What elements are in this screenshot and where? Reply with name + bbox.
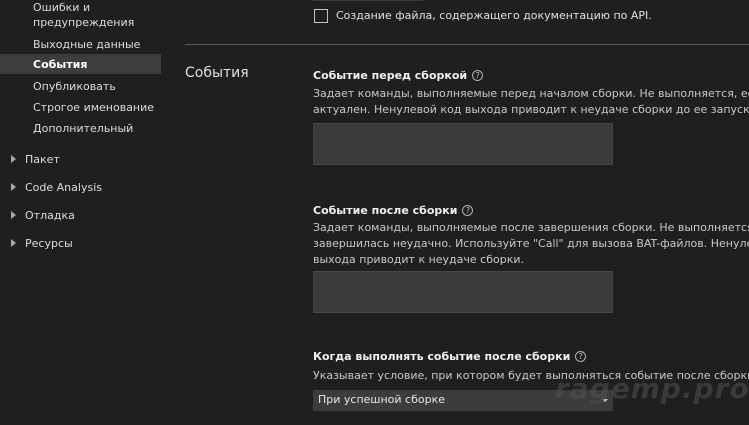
api-docs-checkbox[interactable] <box>314 9 328 23</box>
expand-triangle-icon[interactable] <box>11 239 16 247</box>
description-line: Задает команды, выполняемые перед начало… <box>313 87 749 100</box>
sidebar-item-label: Опубликовать <box>33 80 116 93</box>
sidebar-group-label: Пакет <box>25 153 60 166</box>
sidebar-group-label: Ресурсы <box>25 237 73 250</box>
sidebar-item-output[interactable]: Выходные данные <box>33 37 140 52</box>
run-post-build-title: Когда выполнять событие после сборки? <box>313 350 587 363</box>
sidebar-item-publish[interactable]: Опубликовать <box>33 79 116 94</box>
post-build-title-text: Событие после сборки <box>313 204 458 217</box>
expand-triangle-icon[interactable] <box>11 183 16 191</box>
sidebar-item-label: События <box>33 58 88 71</box>
sidebar-item-label-line2: предупреждения <box>33 16 135 29</box>
api-docs-checkbox-label: Создание файла, содержащего документацию… <box>336 9 652 22</box>
sidebar-item-label: Дополнительный <box>33 122 134 135</box>
pre-build-description: Задает команды, выполняемые перед начало… <box>313 86 749 118</box>
help-icon[interactable]: ? <box>472 70 484 81</box>
section-divider <box>185 44 749 45</box>
sidebar-item-events[interactable]: События <box>33 57 87 72</box>
clipped-setting-row <box>313 0 423 1</box>
post-build-command-input[interactable] <box>313 271 613 313</box>
main-content: Создание файла, содержащего документацию… <box>161 0 749 425</box>
sidebar-item-label: Выходные данные <box>33 38 141 51</box>
sidebar-item-strong-naming[interactable]: Строгое именование <box>33 100 154 115</box>
help-icon[interactable]: ? <box>575 351 587 362</box>
help-icon[interactable]: ? <box>462 205 474 216</box>
sidebar-item-advanced[interactable]: Дополнительный <box>33 121 133 136</box>
sidebar-group-label: Отладка <box>25 209 75 222</box>
sidebar-item-label: Строгое именование <box>33 101 155 114</box>
post-build-title: Событие после сборки? <box>313 204 474 217</box>
dropdown-selected-value: При успешной сборке <box>318 393 446 406</box>
description-line: актуален. Ненулевой код выхода приводит … <box>313 103 749 116</box>
sidebar-group-debug[interactable]: Отладка <box>11 208 75 224</box>
pre-build-title: Событие перед сборкой? <box>313 69 484 82</box>
sidebar-group-label: Code Analysis <box>25 181 102 194</box>
sidebar-group-code-analysis[interactable]: Code Analysis <box>11 180 102 196</box>
expand-triangle-icon[interactable] <box>11 155 16 163</box>
watermark-logo: ragemp.pro <box>555 372 749 405</box>
sidebar: Ошибки и предупреждения Выходные данные … <box>0 0 161 425</box>
sidebar-group-resources[interactable]: Ресурсы <box>11 236 73 252</box>
pre-build-title-text: Событие перед сборкой <box>313 69 468 82</box>
description-line: выхода приводит к неудаче сборки. <box>313 253 524 266</box>
sidebar-item-errors-warnings[interactable]: Ошибки и предупреждения <box>33 0 134 30</box>
run-post-build-title-text: Когда выполнять событие после сборки <box>313 350 571 363</box>
description-line: завершилась неудачно. Используйте "Call"… <box>313 237 749 250</box>
sidebar-item-label: Ошибки и <box>33 1 91 14</box>
expand-triangle-icon[interactable] <box>11 211 16 219</box>
pre-build-command-input[interactable] <box>313 123 613 165</box>
sidebar-group-package[interactable]: Пакет <box>11 152 60 168</box>
description-line: Задает команды, выполняемые после заверш… <box>313 221 749 234</box>
section-title: События <box>185 65 249 81</box>
post-build-description: Задает команды, выполняемые после заверш… <box>313 220 749 268</box>
